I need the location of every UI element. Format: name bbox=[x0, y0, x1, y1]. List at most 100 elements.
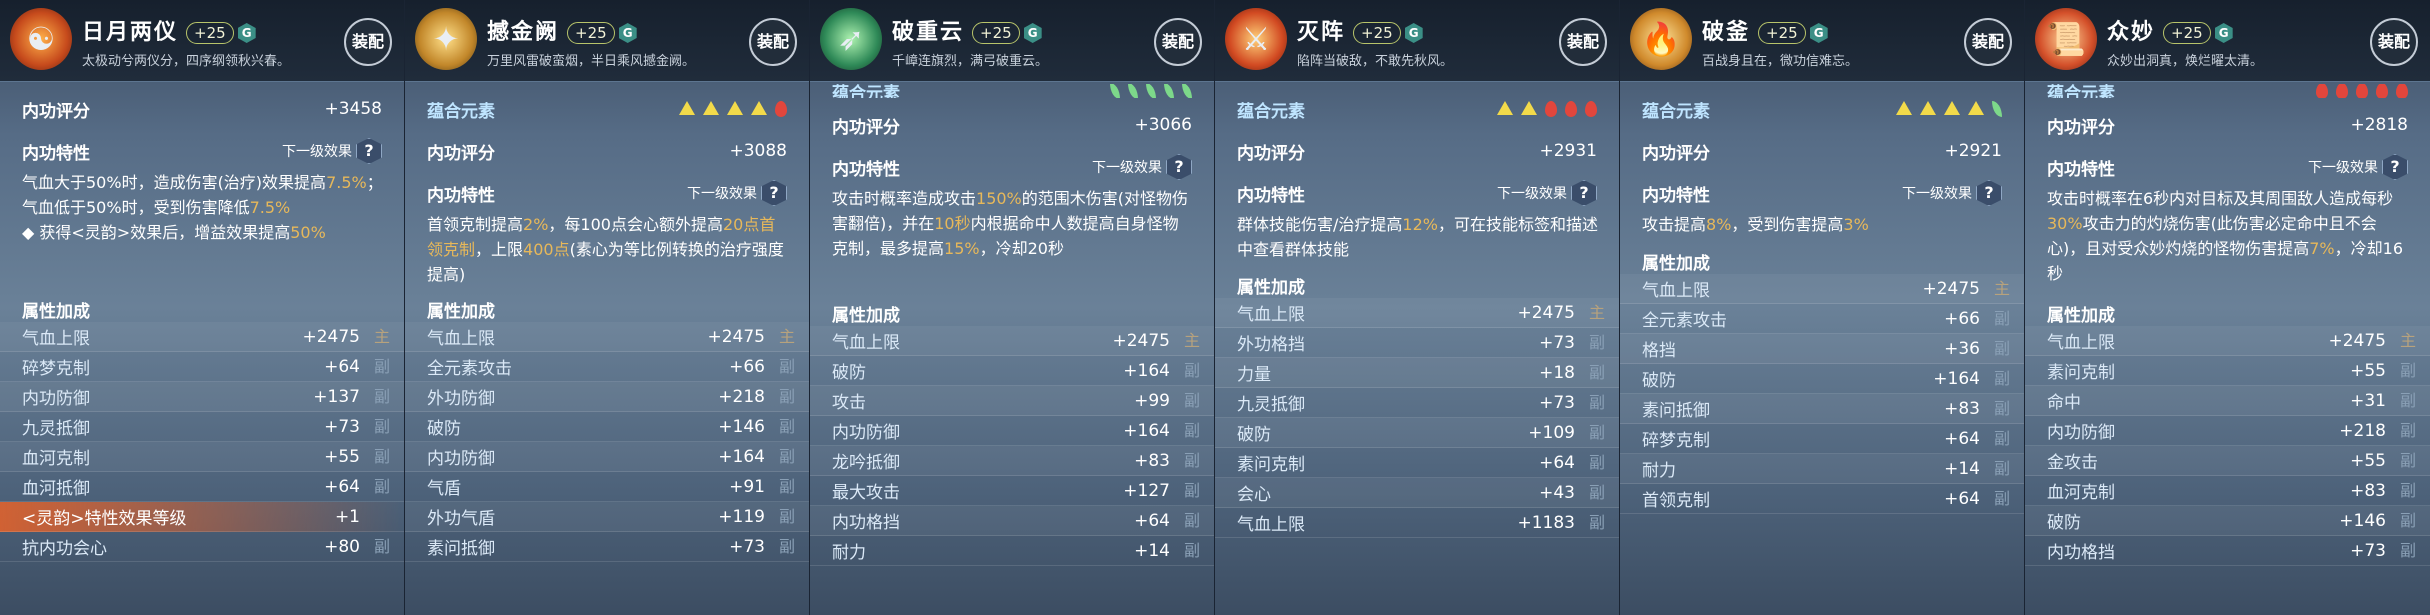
card-header: ⚔ 灭阵 +25 G 陷阵当破敌，不敢先秋风。 装配 bbox=[1215, 0, 1619, 82]
attr-row: 气血上限 +2475 主 bbox=[810, 326, 1214, 356]
sub-attr-tag: 副 bbox=[1183, 481, 1200, 500]
attr-name: 外功气盾 bbox=[427, 509, 495, 529]
grade-icon: G bbox=[618, 23, 637, 43]
trait-row: 内功特性 下一级效果? bbox=[2025, 154, 2430, 180]
attr-row: 碎梦克制 +64 副 bbox=[0, 352, 404, 382]
question-icon[interactable]: ? bbox=[1166, 154, 1192, 180]
attr-name: 破防 bbox=[1237, 425, 1271, 445]
attr-list: 气血上限 +2475 主全元素攻击 +66 副外功防御 +218 副破防 +146 副内功防御 +… bbox=[405, 322, 809, 562]
next-level-hint[interactable]: 下一级效果? bbox=[687, 180, 787, 206]
attr-list: 气血上限 +2475 主素问克制 +55 副命中 +31 副内功防御 +218 副金攻击 +55 副… bbox=[2025, 326, 2430, 566]
equip-button[interactable]: 装配 bbox=[1964, 18, 2012, 66]
card-header: 🔥 破釜 +25 G 百战身且在，微功信难忘。 装配 bbox=[1620, 0, 2024, 82]
yellow-gem-icon bbox=[1968, 101, 1984, 115]
neigong-card-4: ⚔ 灭阵 +25 G 陷阵当破敌，不敢先秋风。 装配 蕴合元素 内功评分 +2931 … bbox=[1215, 0, 1620, 615]
attr-name: 气血上限 bbox=[1642, 281, 1710, 301]
attr-row: 素问抵御 +83 副 bbox=[1620, 394, 2024, 424]
next-level-hint[interactable]: 下一级效果? bbox=[1092, 154, 1192, 180]
attr-name: 破防 bbox=[2047, 513, 2081, 533]
wood-gem-icon bbox=[1110, 84, 1120, 98]
attr-row: 耐力 +14 副 bbox=[1620, 454, 2024, 484]
attr-name: 气盾 bbox=[427, 479, 461, 499]
attr-name: 碎梦克制 bbox=[1642, 431, 1710, 451]
neigong-card-6: 📜 众妙 +25 G 众妙出洞真，焕烂曜太清。 装配 蕴合元素 内功评分 +2818 … bbox=[2025, 0, 2430, 615]
green-arrow-icon: ➶ bbox=[820, 8, 882, 70]
card-title: 日月两仪 +25 G bbox=[82, 14, 256, 46]
attr-row: 气盾 +91 副 bbox=[405, 472, 809, 502]
attr-row: 气血上限 +2475 主 bbox=[1215, 298, 1619, 328]
sub-attr-tag: 副 bbox=[2399, 511, 2416, 530]
attr-value: +119 bbox=[718, 506, 765, 527]
question-icon[interactable]: ? bbox=[1571, 180, 1597, 206]
attr-row: 气血上限 +2475 主 bbox=[405, 322, 809, 352]
attr-value: +164 bbox=[718, 446, 765, 467]
attr-name: 内功格挡 bbox=[2047, 543, 2115, 563]
equip-button[interactable]: 装配 bbox=[344, 18, 392, 66]
attr-name: 攻击 bbox=[832, 393, 866, 413]
attr-value: +14 bbox=[1134, 540, 1170, 561]
attr-name: 血河克制 bbox=[2047, 483, 2115, 503]
attr-row: 血河克制 +55 副 bbox=[0, 442, 404, 472]
attr-value: +164 bbox=[1123, 420, 1170, 441]
question-icon[interactable]: ? bbox=[356, 138, 382, 164]
next-level-hint[interactable]: 下一级效果? bbox=[2308, 154, 2408, 180]
attr-list: 气血上限 +2475 主破防 +164 副攻击 +99 副内功防御 +164 副龙吟抵御 +83 副… bbox=[810, 326, 1214, 566]
attr-row: 抗内功会心 +80 副 bbox=[0, 532, 404, 562]
attr-row: 破防 +164 副 bbox=[1620, 364, 2024, 394]
sub-attr-tag: 副 bbox=[778, 447, 795, 466]
attr-section-title: 属性加成 bbox=[1642, 254, 1710, 274]
sub-attr-tag: 副 bbox=[1183, 421, 1200, 440]
attr-value: +64 bbox=[1944, 488, 1980, 509]
wood-gem-icon bbox=[1128, 84, 1138, 98]
attr-section-title: 属性加成 bbox=[2047, 306, 2115, 326]
flaming-axe-icon: 🔥 bbox=[1630, 8, 1692, 70]
next-level-hint[interactable]: 下一级效果? bbox=[1902, 180, 2002, 206]
equip-button[interactable]: 装配 bbox=[1559, 18, 1607, 66]
attr-value: +73 bbox=[2350, 540, 2386, 561]
next-level-hint[interactable]: 下一级效果? bbox=[282, 138, 382, 164]
attr-name: 素问抵御 bbox=[427, 539, 495, 559]
attr-row: 破防 +109 副 bbox=[1215, 418, 1619, 448]
card-title: 撼金阙 +25 G bbox=[487, 14, 637, 46]
attr-name: 耐力 bbox=[1642, 461, 1676, 481]
fire-gem-icon bbox=[1565, 101, 1577, 117]
equip-button[interactable]: 装配 bbox=[1154, 18, 1202, 66]
neigong-card-3: ➶ 破重云 +25 G 千嶂连旗烈，满弓破重云。 装配 蕴合元素 内功评分 +3066… bbox=[810, 0, 1215, 615]
sub-attr-tag: 副 bbox=[2399, 391, 2416, 410]
wood-gem-icon bbox=[1146, 84, 1156, 98]
next-level-hint[interactable]: 下一级效果? bbox=[1497, 180, 1597, 206]
score-row: 内功评分 +3066 bbox=[832, 115, 1192, 138]
attr-value: +2475 bbox=[1112, 330, 1170, 351]
fire-gem-icon bbox=[1545, 101, 1557, 117]
question-icon[interactable]: ? bbox=[1976, 180, 2002, 206]
attr-name: 内功防御 bbox=[427, 449, 495, 469]
attr-row: 龙吟抵御 +83 副 bbox=[810, 446, 1214, 476]
sub-attr-tag: 副 bbox=[1588, 453, 1605, 472]
equip-button[interactable]: 装配 bbox=[749, 18, 797, 66]
question-icon[interactable]: ? bbox=[2382, 154, 2408, 180]
trait-row: 内功特性 下一级效果? bbox=[810, 154, 1214, 180]
attr-row: 命中 +31 副 bbox=[2025, 386, 2430, 416]
attr-value: +73 bbox=[1539, 392, 1575, 413]
element-gems bbox=[2316, 84, 2408, 98]
trait-row: 内功特性 下一级效果? bbox=[405, 180, 809, 206]
question-icon[interactable]: ? bbox=[761, 180, 787, 206]
grade-icon: G bbox=[1023, 23, 1042, 43]
element-row-clipped: 蕴合元素 bbox=[810, 84, 1214, 98]
score-row: 内功评分 +3088 bbox=[427, 141, 787, 164]
golden-claw-icon: ✦ bbox=[415, 8, 477, 70]
card-subtitle: 万里风雷破蛮烟，半日乘风撼金阙。 bbox=[487, 54, 696, 69]
attr-value: +18 bbox=[1539, 362, 1575, 383]
sub-attr-tag: 副 bbox=[373, 417, 390, 436]
attr-name: 素问克制 bbox=[2047, 363, 2115, 383]
attr-name: 气血上限 bbox=[1237, 515, 1305, 535]
card-header: 📜 众妙 +25 G 众妙出洞真，焕烂曜太清。 装配 bbox=[2025, 0, 2430, 82]
attr-value: +2475 bbox=[1922, 278, 1980, 299]
attr-name: 碎梦克制 bbox=[22, 359, 90, 379]
sun-moon-icon: ☯ bbox=[10, 8, 72, 70]
element-row-clipped: 蕴合元素 bbox=[2025, 84, 2430, 98]
equip-button[interactable]: 装配 bbox=[2370, 18, 2418, 66]
attr-row: 素问克制 +55 副 bbox=[2025, 356, 2430, 386]
attr-row: 内功防御 +164 副 bbox=[405, 442, 809, 472]
level-badge: +25 bbox=[2163, 22, 2211, 44]
